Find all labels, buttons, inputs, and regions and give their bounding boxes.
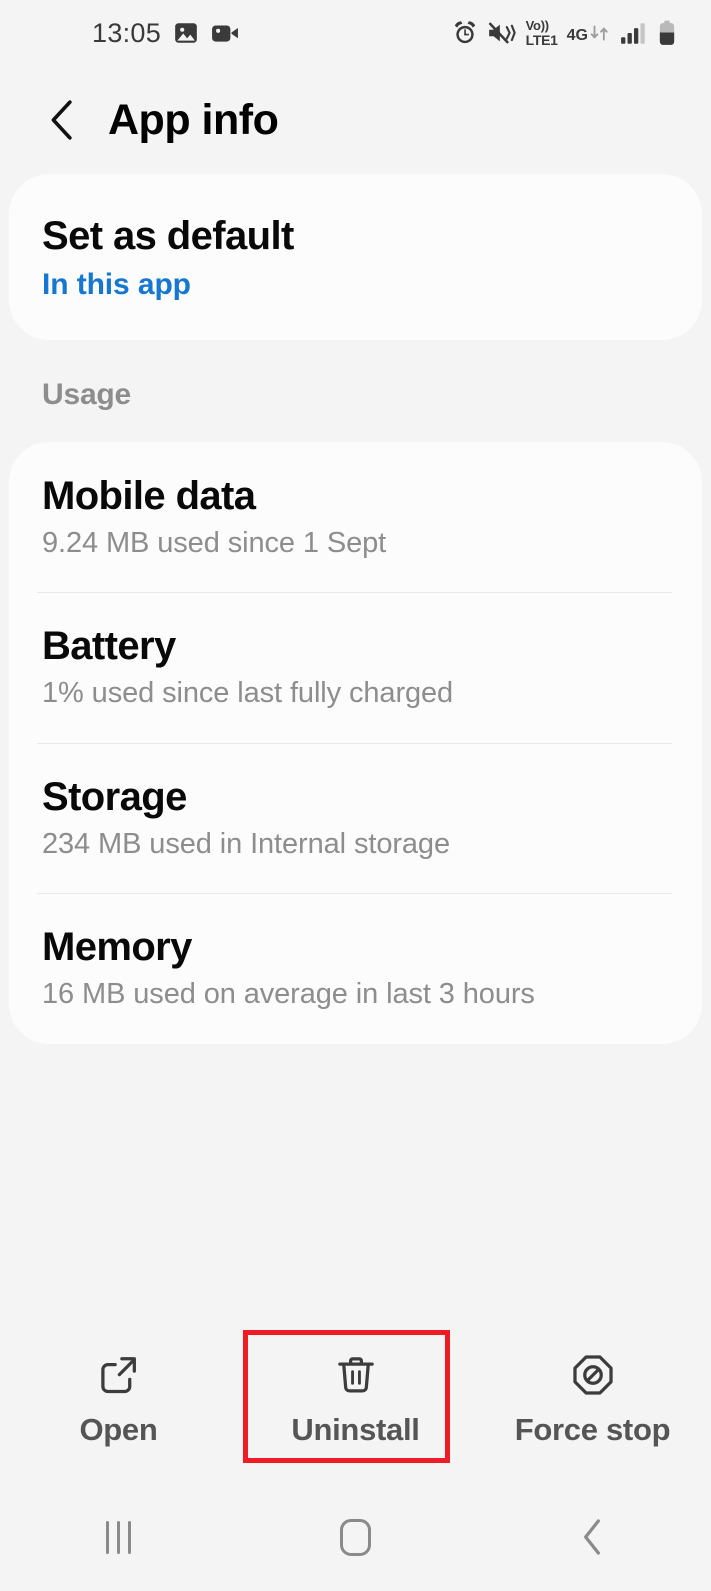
volte-icon: Vo)) LTE1 [526, 19, 558, 47]
mobile-data-icon: 4G [567, 22, 611, 44]
status-bar-right: Vo)) LTE1 4G [452, 19, 677, 47]
usage-section-header: Usage [42, 377, 132, 411]
octagon-block-icon [570, 1348, 616, 1402]
recents-button[interactable] [0, 1483, 237, 1591]
force-stop-button[interactable]: Force stop [474, 1332, 711, 1464]
chevron-left-icon [51, 100, 72, 140]
recents-icon [106, 1520, 131, 1554]
image-icon [173, 20, 199, 46]
action-bar: Open Uninstall Force stop [0, 1332, 711, 1464]
signal-bars-icon [620, 21, 648, 45]
volte-line1: Vo)) [525, 18, 549, 33]
battery-title: Battery [42, 624, 176, 669]
uninstall-button[interactable]: Uninstall [237, 1332, 474, 1464]
alarm-icon [452, 20, 478, 46]
back-icon [583, 1519, 600, 1555]
force-stop-label: Force stop [514, 1412, 671, 1447]
usage-row-memory[interactable]: Memory 16 MB used on average in last 3 h… [9, 893, 702, 1043]
usage-row-mobile-data[interactable]: Mobile data 9.24 MB used since 1 Sept [9, 442, 702, 592]
home-icon [340, 1518, 371, 1556]
set-as-default-title: Set as default [42, 214, 294, 258]
system-nav-bar [0, 1483, 711, 1591]
set-as-default-row[interactable]: Set as default In this app [9, 214, 702, 304]
trash-icon [333, 1348, 379, 1402]
nav-back-button[interactable] [474, 1483, 711, 1591]
usage-row-storage[interactable]: Storage 234 MB used in Internal storage [9, 742, 702, 893]
set-as-default-card[interactable]: Set as default In this app [9, 174, 702, 340]
usage-row-battery[interactable]: Battery 1% used since last fully charged [9, 592, 702, 742]
mobile-data-subtitle: 9.24 MB used since 1 Sept [42, 526, 387, 559]
back-button[interactable] [36, 93, 90, 147]
status-bar: 13:05 Vo)) LTE1 4G [0, 0, 711, 66]
video-camera-icon [211, 20, 239, 46]
battery-icon [657, 20, 677, 46]
memory-subtitle: 16 MB used on average in last 3 hours [42, 978, 535, 1011]
volte-line2: LTE1 [525, 32, 558, 48]
storage-subtitle: 234 MB used in Internal storage [42, 827, 450, 860]
open-external-icon [96, 1348, 142, 1402]
data-arrows-icon [590, 25, 608, 41]
set-as-default-subtitle: In this app [42, 267, 191, 301]
battery-subtitle: 1% used since last fully charged [42, 677, 454, 710]
open-label: Open [79, 1412, 158, 1447]
status-bar-left: 13:05 [92, 18, 239, 49]
app-bar: App info [0, 66, 711, 174]
memory-title: Memory [42, 925, 192, 970]
mobile-data-title: Mobile data [42, 473, 256, 518]
home-button[interactable] [237, 1483, 474, 1591]
usage-card: Mobile data 9.24 MB used since 1 Sept Ba… [9, 441, 702, 1044]
storage-title: Storage [42, 774, 187, 819]
network-type-label: 4G [566, 27, 588, 44]
uninstall-label: Uninstall [291, 1412, 420, 1447]
page-title: App info [108, 95, 279, 144]
mute-vibrate-icon [487, 20, 517, 46]
status-time: 13:05 [92, 17, 162, 48]
open-button[interactable]: Open [0, 1332, 237, 1464]
